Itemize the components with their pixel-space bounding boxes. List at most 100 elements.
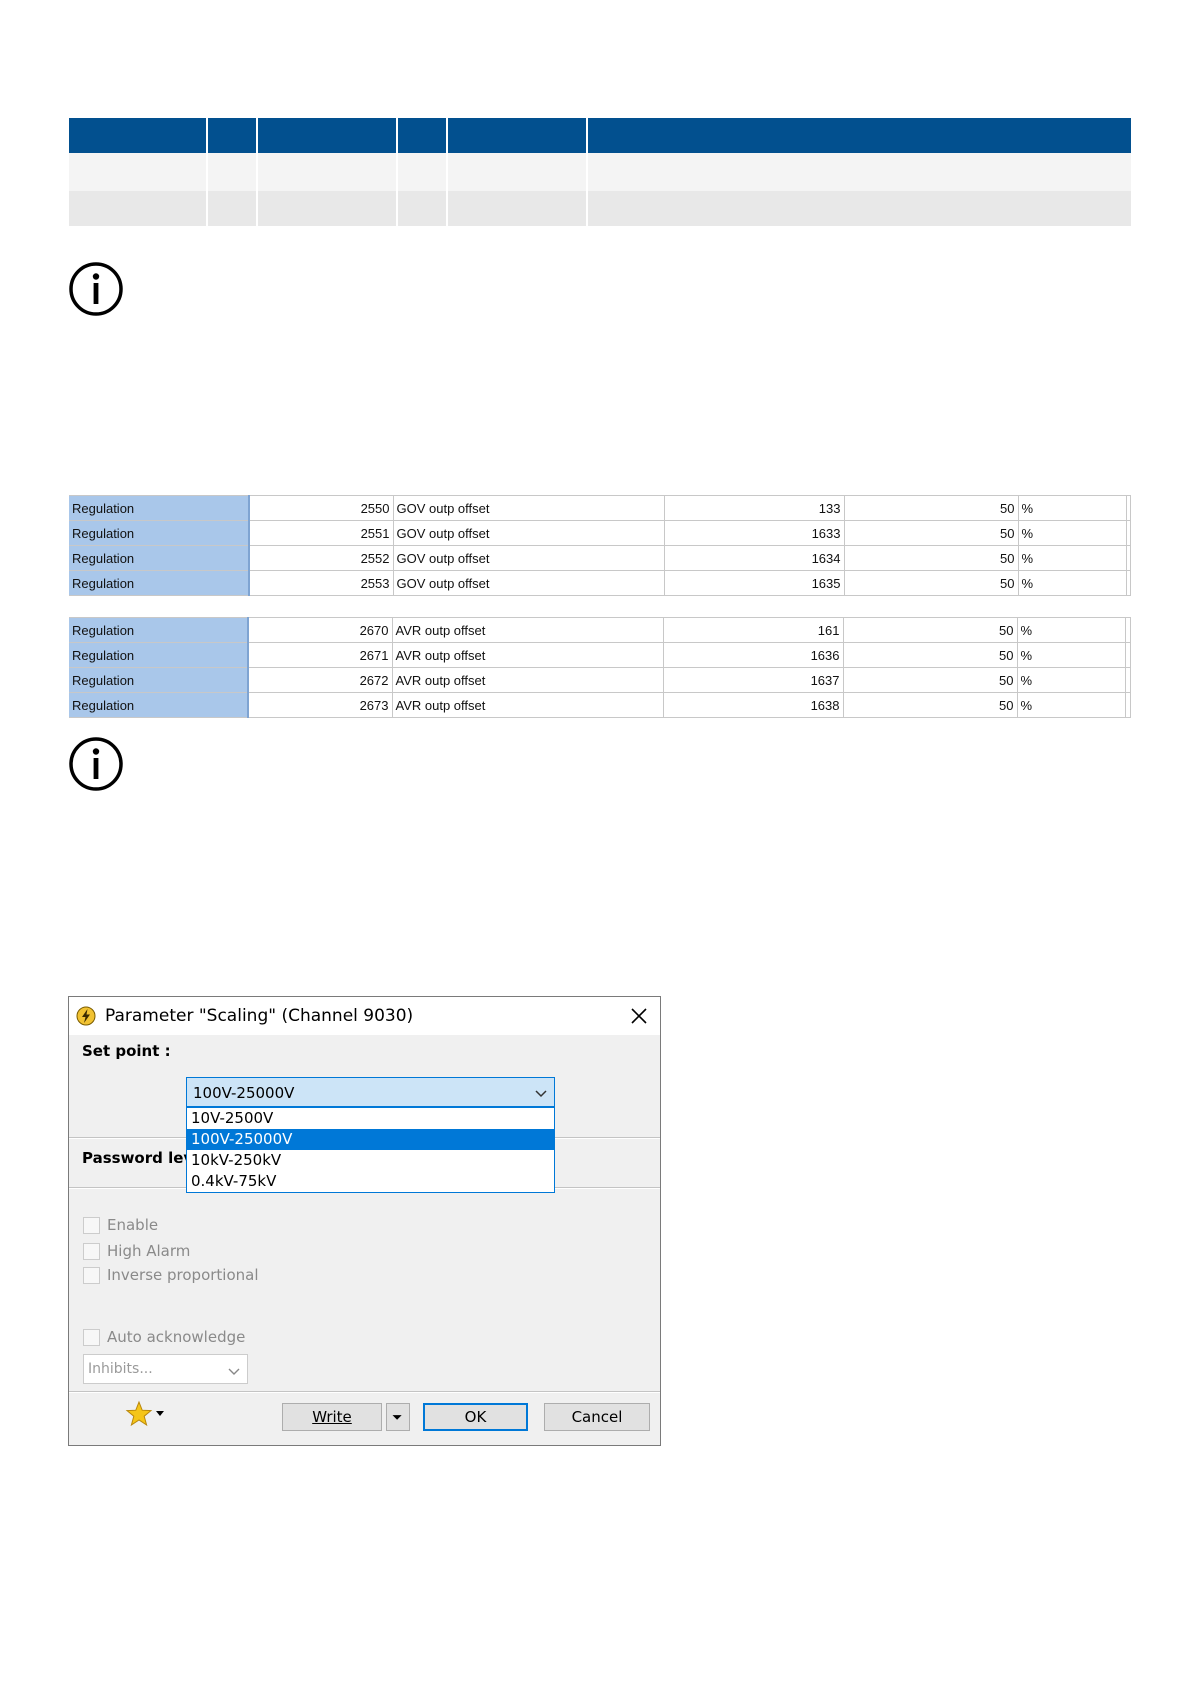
high-alarm-label: High Alarm	[107, 1242, 191, 1260]
password-level-label: Password level	[82, 1149, 186, 1167]
param-number-cell: 2670	[248, 617, 393, 643]
enable-label: Enable	[107, 1216, 159, 1234]
enable-checkbox[interactable]	[83, 1217, 100, 1234]
param-unit-cell: %	[1018, 520, 1127, 546]
param-unit-cell: %	[1018, 495, 1127, 521]
dialog-title: Parameter "Scaling" (Channel 9030)	[105, 1006, 414, 1026]
dialog-titlebar: Parameter "Scaling" (Channel 9030)	[69, 997, 660, 1035]
inhibits-placeholder: Inhibits...	[88, 1361, 153, 1377]
option-item[interactable]: 0.4kV-75kV	[187, 1171, 554, 1192]
param-unit-cell: %	[1018, 570, 1127, 596]
param-id-cell: 161	[663, 617, 844, 643]
table-row: Regulation 2552 GOV outp offset 1634 50 …	[69, 545, 1131, 571]
param-unit-cell: %	[1017, 692, 1126, 718]
scaling-select[interactable]: 100V-25000V	[186, 1077, 555, 1107]
param-id-cell: 1634	[664, 545, 845, 571]
option-item[interactable]: 10V-2500V	[187, 1108, 554, 1129]
param-id-cell: 1636	[663, 642, 844, 668]
warning-circle-icon	[76, 1006, 96, 1026]
setpoint-label: Set point :	[82, 1042, 171, 1060]
star-icon	[125, 1400, 153, 1427]
param-value-cell: 50	[844, 520, 1019, 546]
write-button-label: Write	[312, 1408, 352, 1426]
scaling-options-list: 10V-2500V 100V-25000V 10kV-250kV 0.4kV-7…	[186, 1107, 555, 1193]
param-id-cell: 1635	[664, 570, 845, 596]
dropdown-arrow-icon	[156, 1411, 164, 1416]
table-row: Regulation 2551 GOV outp offset 1633 50 …	[69, 520, 1131, 546]
param-unit-cell: %	[1017, 667, 1126, 693]
category-cell: Regulation	[69, 545, 250, 571]
ok-button[interactable]: OK	[423, 1403, 528, 1431]
param-id-cell: 1633	[664, 520, 845, 546]
param-value-cell: 50	[843, 617, 1018, 643]
param-value-cell: 50	[844, 545, 1019, 571]
param-number-cell: 2550	[249, 495, 394, 521]
header-table-head-row	[69, 118, 1131, 153]
category-cell: Regulation	[69, 692, 249, 718]
param-unit-cell: %	[1017, 617, 1126, 643]
option-item-selected[interactable]: 100V-25000V	[187, 1129, 554, 1150]
info-icon	[69, 262, 123, 316]
param-name-cell: GOV outp offset	[393, 520, 665, 546]
write-options-button[interactable]	[386, 1403, 410, 1431]
param-number-cell: 2671	[248, 642, 393, 668]
header-table	[69, 118, 1131, 226]
dropdown-arrow-icon	[392, 1415, 402, 1420]
param-name-cell: GOV outp offset	[393, 570, 665, 596]
param-number-cell: 2551	[249, 520, 394, 546]
inverse-proportional-checkbox[interactable]	[83, 1267, 100, 1284]
param-number-cell: 2672	[248, 667, 393, 693]
parameter-sheet-gov: Regulation 2550 GOV outp offset 133 50 %…	[69, 495, 1131, 596]
category-cell: Regulation	[69, 667, 249, 693]
table-row: Regulation 2672 AVR outp offset 1637 50 …	[69, 667, 1131, 693]
category-cell: Regulation	[69, 570, 250, 596]
auto-acknowledge-label: Auto acknowledge	[107, 1328, 246, 1346]
category-cell: Regulation	[69, 642, 249, 668]
parameter-dialog: Parameter "Scaling" (Channel 9030) Set p…	[68, 996, 661, 1446]
param-name-cell: AVR outp offset	[392, 617, 664, 643]
param-value-cell: 50	[844, 570, 1019, 596]
param-value-cell: 50	[843, 692, 1018, 718]
chevron-down-icon	[535, 1090, 547, 1098]
param-unit-cell: %	[1017, 642, 1126, 668]
header-table-row	[69, 153, 1131, 191]
inverse-proportional-label: Inverse proportional	[107, 1266, 259, 1284]
category-cell: Regulation	[69, 520, 250, 546]
favorites-button[interactable]	[125, 1400, 169, 1428]
divider	[69, 1391, 660, 1393]
param-name-cell: AVR outp offset	[392, 642, 664, 668]
option-item[interactable]: 10kV-250kV	[187, 1150, 554, 1171]
param-value-cell: 50	[843, 642, 1018, 668]
header-table-row	[69, 191, 1131, 226]
parameter-sheet-avr: Regulation 2670 AVR outp offset 161 50 %…	[69, 617, 1131, 718]
category-cell: Regulation	[69, 617, 249, 643]
table-row: Regulation 2670 AVR outp offset 161 50 %	[69, 617, 1131, 643]
param-id-cell: 133	[664, 495, 845, 521]
param-name-cell: GOV outp offset	[393, 495, 665, 521]
param-number-cell: 2552	[249, 545, 394, 571]
param-value-cell: 50	[844, 495, 1019, 521]
auto-acknowledge-checkbox[interactable]	[83, 1329, 100, 1346]
param-number-cell: 2673	[248, 692, 393, 718]
high-alarm-checkbox[interactable]	[83, 1243, 100, 1260]
table-row: Regulation 2553 GOV outp offset 1635 50 …	[69, 570, 1131, 596]
inhibits-select[interactable]: Inhibits...	[83, 1354, 248, 1384]
param-value-cell: 50	[843, 667, 1018, 693]
cancel-button[interactable]: Cancel	[544, 1403, 650, 1431]
param-number-cell: 2553	[249, 570, 394, 596]
param-id-cell: 1638	[663, 692, 844, 718]
category-cell: Regulation	[69, 495, 250, 521]
chevron-down-icon	[228, 1368, 240, 1375]
param-name-cell: AVR outp offset	[392, 667, 664, 693]
param-name-cell: AVR outp offset	[392, 692, 664, 718]
info-icon	[69, 737, 123, 791]
param-unit-cell: %	[1018, 545, 1127, 571]
param-id-cell: 1637	[663, 667, 844, 693]
close-icon[interactable]	[625, 1003, 653, 1029]
write-button[interactable]: Write	[282, 1403, 382, 1431]
table-row: Regulation 2550 GOV outp offset 133 50 %	[69, 495, 1131, 521]
param-name-cell: GOV outp offset	[393, 545, 665, 571]
table-row: Regulation 2671 AVR outp offset 1636 50 …	[69, 642, 1131, 668]
scaling-select-value: 100V-25000V	[193, 1084, 295, 1102]
table-row: Regulation 2673 AVR outp offset 1638 50 …	[69, 692, 1131, 718]
